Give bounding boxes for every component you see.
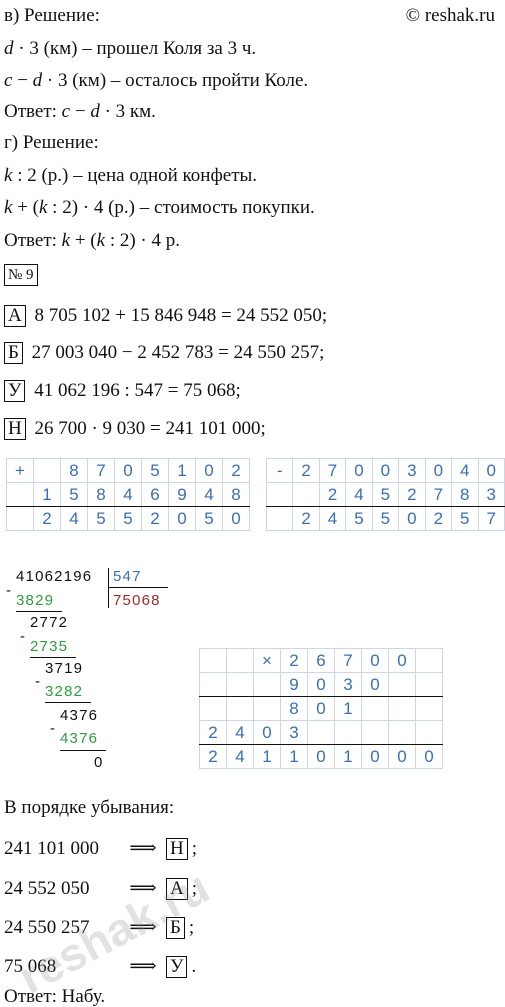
task-number: № 9	[4, 264, 42, 286]
part-v-answer: Ответ: c − d · 3 км.	[4, 101, 156, 122]
equation-b: Б 27 003 040 − 2 452 783 = 24 550 257;	[4, 342, 324, 364]
quotient: 75068	[113, 592, 161, 609]
letter-box: У	[4, 380, 26, 402]
part-g-line1: k : 2 (р.) – цена одной конфеты.	[4, 165, 258, 186]
equation-a: А 8 705 102 + 15 846 948 = 24 552 050;	[4, 305, 327, 327]
plus-sign: +	[6, 458, 34, 483]
order-row: 241 101 000 ⟹ Н;	[4, 838, 198, 860]
letter-box: А	[4, 305, 26, 327]
source-label: © reshak.ru	[405, 5, 495, 26]
letter-box: Б	[4, 342, 23, 364]
part-v-line2: c − d · 3 (км) – осталось пройти Коле.	[4, 70, 309, 91]
subtraction-table: - 27003040 2452783 24550257	[265, 458, 505, 531]
minus-sign: -	[265, 458, 294, 483]
part-v-line1: d · 3 (км) – прошел Коля за 3 ч.	[4, 38, 257, 59]
equation-u: У 41 062 196 : 547 = 75 068;	[4, 380, 241, 402]
letter-box: Н	[4, 418, 26, 440]
dividend: 41062196	[16, 568, 93, 585]
part-v-header: в) Решение:	[4, 5, 100, 26]
implies-arrow: ⟹	[129, 838, 157, 859]
addition-table: + 8705102 15846948 24552050	[6, 458, 250, 531]
part-g-line2: k + (k : 2) · 4 (р.) – стоимость покупки…	[4, 197, 315, 218]
divisor: 547	[113, 568, 142, 585]
part-g-header: г) Решение:	[4, 132, 99, 153]
implies-arrow: ⟹	[129, 956, 157, 977]
multiplication-table: × 26700 9030 801 2403 241101000	[199, 648, 443, 769]
times-sign: ×	[253, 648, 281, 673]
part-g-answer: Ответ: k + (k : 2) · 4 р.	[4, 230, 181, 251]
order-header: В порядке убывания:	[4, 797, 175, 818]
equation-n: Н 26 700 · 9 030 = 241 101 000;	[4, 418, 266, 440]
